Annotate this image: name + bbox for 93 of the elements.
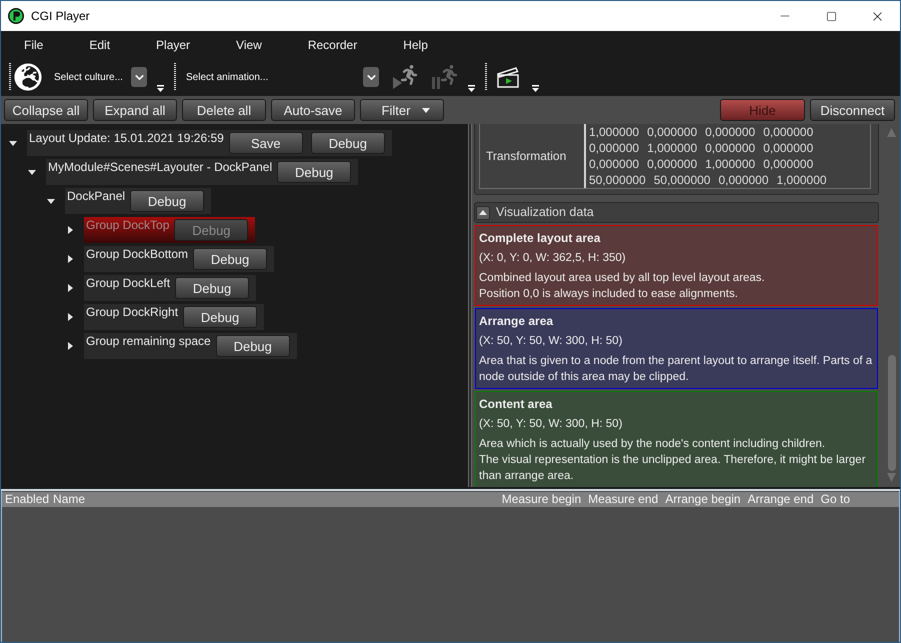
matrix-value: 0,000000 (647, 124, 698, 140)
tree-node[interactable]: MyModule#Scenes#Layouter - DockPanel Debug (46, 159, 358, 185)
node-action-button[interactable]: Debug (183, 306, 258, 328)
window-title: CGI Player (31, 8, 90, 25)
tree-node[interactable]: DockPanel Debug (65, 188, 212, 214)
node-label: Group DockTop (86, 217, 170, 233)
menu-item[interactable]: Player (133, 36, 214, 54)
node-label: MyModule#Scenes#Layouter - DockPanel (48, 159, 272, 175)
area-bounds: (X: 50, Y: 50, W: 300, H: 50) (479, 334, 624, 349)
matrix-value: 50,000000 (654, 172, 710, 188)
action-button[interactable]: Expand all (93, 99, 177, 121)
node-action-button[interactable]: Save (228, 132, 303, 154)
node-label: Layout Update: 15.01.2021 19:26:59 (29, 130, 224, 146)
caret-down-icon[interactable] (47, 198, 55, 204)
node-action-button[interactable]: Debug (310, 132, 385, 154)
tree-node[interactable]: Group DockBottom Debug (84, 246, 274, 272)
action-button[interactable]: Auto-save (271, 99, 355, 121)
node-action-button[interactable]: Debug (216, 335, 290, 357)
run-icon[interactable] (393, 65, 419, 89)
chevron-down-icon (363, 67, 379, 87)
matrix-value: 50,000000 (589, 172, 646, 188)
tree-node[interactable]: Layout Update: 15.01.2021 19:26:59 Save Debug (27, 130, 392, 156)
collapse-button[interactable] (476, 206, 490, 220)
matrix-value: 1,000000 (705, 156, 756, 172)
node-label: DockPanel (67, 188, 126, 204)
globe-icon[interactable] (14, 63, 42, 91)
caret-down-icon (422, 108, 430, 112)
node-action-button[interactable]: Debug (277, 161, 352, 183)
area-description: Area which is actually used by the node's content including children. The visual representation is the unclipped area. Therefore, it might be larger than arrange area. (479, 437, 867, 484)
matrix-value: 0,000000 (705, 124, 756, 140)
clapperboard-icon[interactable] (497, 66, 519, 88)
caret-down-icon[interactable] (28, 170, 36, 174)
property-name: Transformation (486, 148, 566, 165)
area-bounds: (X: 0, Y: 0, W: 362,5, H: 350) (479, 251, 627, 266)
animation-select[interactable]: Select animation... (182, 67, 379, 87)
menu-item[interactable]: Recorder (284, 36, 380, 54)
column-header: Measure begin (502, 492, 582, 507)
menu-item[interactable]: Help (380, 36, 451, 54)
matrix-value: 0,000000 (763, 156, 814, 172)
overflow-icon[interactable] (532, 85, 539, 92)
overflow-icon[interactable] (468, 85, 475, 92)
menu-item[interactable]: Edit (66, 36, 134, 54)
caret-right-icon[interactable] (68, 313, 73, 321)
matrix-value: 0,000000 (705, 140, 756, 156)
overflow-icon[interactable] (157, 85, 164, 92)
node-label: Group DockBottom (86, 246, 188, 262)
action-button[interactable]: Collapse all (4, 99, 88, 121)
filter-dropdown-button[interactable]: Filter (360, 99, 444, 121)
maximize-icon[interactable] (826, 10, 836, 22)
matrix-value: 0,000000 (763, 140, 814, 156)
node-action-button[interactable]: Debug (175, 277, 250, 299)
pause-run-icon[interactable] (432, 65, 459, 89)
matrix-value: 1,000000 (776, 172, 827, 188)
area-title: Complete layout area (479, 230, 602, 247)
node-action-button[interactable]: Debug (130, 190, 204, 212)
area-description: Combined layout area used by all top level layout areas. Position 0,0 is always included to ease alignments. (479, 271, 766, 302)
menu-item[interactable]: File (1, 36, 66, 54)
node-label: Group remaining space (86, 333, 211, 349)
chevron-down-icon (131, 67, 147, 87)
column-header: Arrange end (748, 492, 814, 507)
caret-right-icon[interactable] (68, 284, 73, 292)
area-title: Content area (479, 396, 554, 413)
column-header: Name (53, 492, 86, 507)
matrix-value: 0,000000 (589, 156, 640, 172)
section-title: Visualization data (496, 204, 594, 222)
app-logo-icon (8, 8, 24, 24)
caret-right-icon[interactable] (68, 255, 73, 263)
action-button[interactable]: Delete all (182, 99, 266, 121)
action-button[interactable]: Disconnect (810, 99, 895, 121)
tree-node[interactable]: Group remaining space Debug (84, 333, 297, 359)
column-header: Arrange begin (665, 492, 741, 507)
area-description: Area that is given to a node from the parent layout to arrange itself. Parts of a node outside of this area may be clipped. (479, 354, 874, 385)
matrix-value: 0,000000 (718, 172, 769, 188)
menu-item[interactable]: View (213, 36, 285, 54)
column-header: Enabled (5, 492, 50, 507)
tree-node[interactable]: Group DockLeft Debug (84, 275, 256, 301)
node-label: Group DockLeft (86, 275, 170, 291)
matrix-value: 0,000000 (589, 140, 640, 156)
caret-down-icon[interactable] (9, 140, 17, 146)
culture-select[interactable]: Select culture... (50, 67, 147, 87)
area-bounds: (X: 50, Y: 50, W: 300, H: 50) (479, 417, 624, 432)
node-action-button[interactable]: Debug (193, 248, 268, 270)
tree-node[interactable]: Group DockRight Debug (84, 304, 264, 330)
matrix-value: 1,000000 (589, 124, 640, 140)
matrix-value: 0,000000 (647, 156, 698, 172)
column-header: Go to (820, 492, 850, 507)
column-header: Measure end (588, 492, 658, 507)
scrollbar-thumb[interactable] (888, 355, 896, 471)
caret-right-icon[interactable] (68, 342, 73, 350)
matrix-value: 0,000000 (763, 124, 814, 140)
area-title: Arrange area (479, 313, 554, 330)
node-label: Group DockRight (86, 304, 178, 320)
matrix-value: 1,000000 (647, 140, 698, 156)
